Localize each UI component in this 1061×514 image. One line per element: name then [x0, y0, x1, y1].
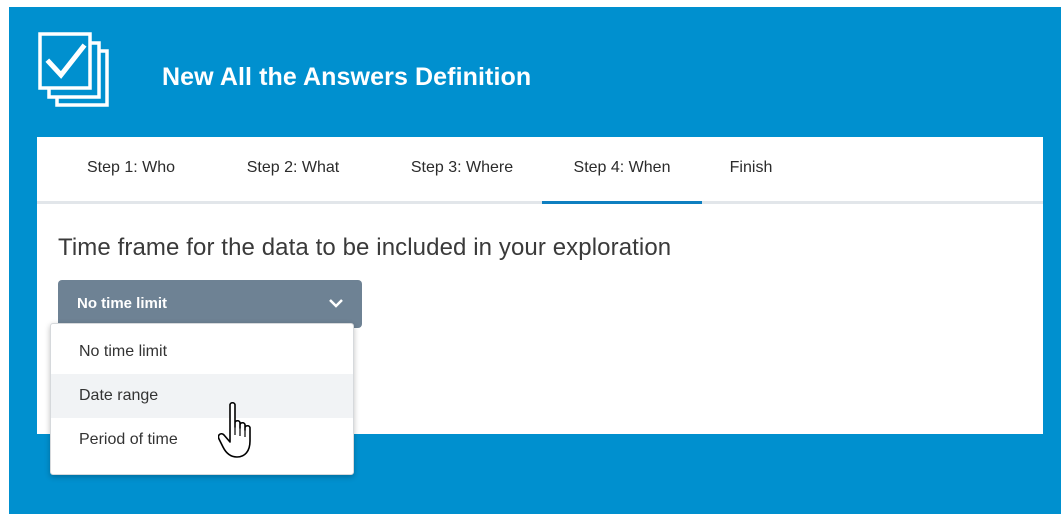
option-label: No time limit [79, 343, 168, 360]
stacked-checkbox-icon [38, 32, 109, 107]
tab-step-3-where[interactable]: Step 3: Where [382, 137, 542, 201]
dialog-title: New All the Answers Definition [162, 63, 532, 91]
option-period-of-time[interactable]: Period of time [51, 418, 353, 462]
timeframe-select-value: No time limit [77, 295, 168, 312]
hand-pointer-icon [218, 401, 251, 458]
option-date-range[interactable]: Date range [51, 374, 353, 418]
timeframe-heading: Time frame for the data to be included i… [58, 234, 672, 261]
tab-step-1-who[interactable]: Step 1: Who [61, 137, 201, 201]
option-label: Date range [79, 387, 159, 404]
tab-step-2-what[interactable]: Step 2: What [219, 137, 367, 201]
option-no-time-limit[interactable]: No time limit [51, 330, 353, 374]
tab-step-4-when[interactable]: Step 4: When [542, 137, 702, 204]
timeframe-select[interactable]: No time limit [58, 280, 362, 328]
chevron-down-icon [329, 299, 343, 308]
tab-finish[interactable]: Finish [709, 137, 793, 201]
option-label: Period of time [79, 431, 178, 448]
step-tabs: Step 1: Who Step 2: What Step 3: Where S… [37, 137, 1043, 204]
timeframe-dropdown-menu: No time limit Date range Period of time [50, 323, 354, 475]
